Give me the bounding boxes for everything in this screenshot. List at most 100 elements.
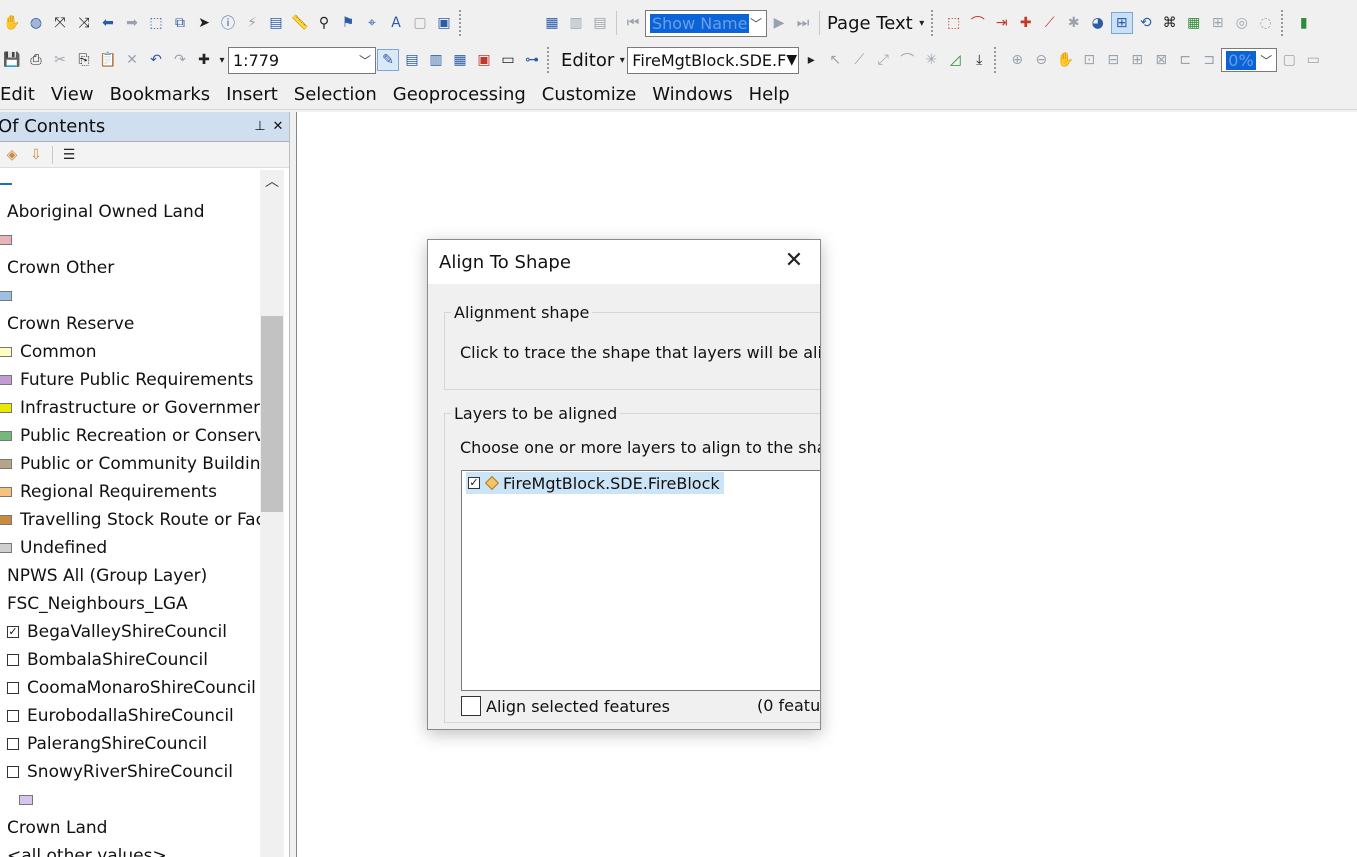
edit-target-combo[interactable]: FireMgtBlock.SDE.F ▼	[627, 46, 800, 74]
endpoint-arc-icon[interactable]: ⌒	[896, 49, 918, 71]
toc-row[interactable]: Crown Reserve	[0, 310, 260, 338]
identify-icon[interactable]: ⓘ	[217, 12, 239, 34]
close-icon[interactable]: ✕	[271, 119, 285, 134]
toc-row[interactable]: BombalaShireCouncil	[0, 646, 260, 674]
pan-icon[interactable]: ✋	[1, 12, 23, 34]
page-text-dropdown-icon[interactable]: ▾	[917, 12, 927, 34]
layout-pan-icon[interactable]: ✋	[1054, 49, 1076, 71]
editor-dropdown-icon[interactable]: ▾	[618, 49, 626, 71]
toc-row[interactable]: Undefined	[0, 534, 260, 562]
undo-icon[interactable]: ↶	[145, 49, 167, 71]
redo-icon[interactable]: ↷	[169, 49, 191, 71]
model-builder-icon[interactable]: ⊶	[521, 49, 543, 71]
layer-item[interactable]: ✓ FireMgtBlock.SDE.FireBlock	[466, 472, 724, 494]
toc-row[interactable]: SnowyRiverShireCouncil	[0, 758, 260, 786]
paste-icon[interactable]: 📋	[97, 49, 119, 71]
toc-row[interactable]: Aboriginal Owned Land	[0, 198, 260, 226]
map-scale-combo[interactable]: 1:779 ﹀	[228, 46, 376, 74]
snap-icon[interactable]: ✚	[1015, 12, 1037, 34]
toolbar-grip[interactable]	[459, 10, 467, 36]
label-priority-icon[interactable]: ▥	[565, 12, 587, 34]
forward-extent-icon[interactable]: ➡	[121, 12, 143, 34]
menu-bookmarks[interactable]: Bookmarks	[110, 84, 211, 105]
transform-icon[interactable]: ⟲	[1135, 12, 1157, 34]
menu-geoprocessing[interactable]: Geoprocessing	[393, 84, 526, 105]
layout-zoom-in-icon[interactable]: ⊕	[1006, 49, 1028, 71]
align-selected-features[interactable]: Align selected features	[461, 696, 670, 716]
toc-row[interactable]: Crown Other	[0, 254, 260, 282]
select-elements-icon[interactable]: ➤	[193, 12, 215, 34]
pin-icon[interactable]: ⊥	[253, 119, 267, 134]
topology-icon[interactable]: ⌘	[1159, 12, 1181, 34]
toc-row[interactable]: <all other values>	[0, 842, 260, 857]
list-by-source-icon[interactable]: ◈	[1, 144, 23, 166]
menu-selection[interactable]: Selection	[294, 84, 377, 105]
layer-visibility-checkbox[interactable]	[7, 682, 19, 694]
globe-icon[interactable]: ◍	[25, 12, 47, 34]
toc-row[interactable]: PalerangShireCouncil	[0, 730, 260, 758]
toolbar-grip[interactable]	[1280, 10, 1289, 36]
scroll-thumb[interactable]	[261, 316, 283, 512]
first-page-icon[interactable]: ⏮	[622, 12, 644, 34]
show-name-combo[interactable]: Show Name ﹀	[645, 9, 767, 37]
editor-toolbar-icon[interactable]: ▣	[433, 12, 455, 34]
save-edits-icon[interactable]: ▮	[1293, 12, 1315, 34]
clear-selection-icon[interactable]: ⧉	[169, 12, 191, 34]
toc-row[interactable]: NPWS All (Group Layer)	[0, 562, 260, 590]
toc-row[interactable]	[0, 170, 260, 198]
measure-icon[interactable]: 📏	[289, 12, 311, 34]
table-icon[interactable]: ▦	[1183, 12, 1205, 34]
scroll-up-icon[interactable]: ︿	[260, 170, 284, 194]
page-text-button[interactable]: Page Text	[824, 13, 916, 34]
edit-vertices-2-icon[interactable]: ◿	[944, 49, 966, 71]
toc-row[interactable]	[0, 226, 260, 254]
time-slider-icon[interactable]: A	[385, 12, 407, 34]
toc-row[interactable]: Crown Land	[0, 814, 260, 842]
zoom-whole-page-icon[interactable]: ⊡	[1078, 49, 1100, 71]
menu-customize[interactable]: Customize	[542, 84, 636, 105]
reshape-feature-icon[interactable]: ⤓	[968, 49, 990, 71]
layer-checkbox[interactable]: ✓	[468, 477, 480, 489]
midpoint-icon[interactable]: ✳	[920, 49, 942, 71]
toc-row[interactable]: Travelling Stock Route or Facilit	[0, 506, 260, 534]
next-extent-layout-icon[interactable]: ⊐	[1198, 49, 1220, 71]
html-popup-icon[interactable]: ▤	[265, 12, 287, 34]
toc-row[interactable]: EurobodallaShireCouncil	[0, 702, 260, 730]
reshape-icon[interactable]: ⌒	[967, 12, 989, 34]
toolbar-grip[interactable]	[547, 47, 555, 73]
toc-row[interactable]: ✓ BegaValleyShireCouncil	[0, 618, 260, 646]
copy-icon[interactable]: ⎘	[73, 49, 95, 71]
layout-zoom-out-icon[interactable]: ⊖	[1030, 49, 1052, 71]
toc-row[interactable]: CoomaMonaroShireCouncil	[0, 674, 260, 702]
fixed-zoom-in-icon[interactable]: ⤧	[49, 12, 71, 34]
close-icon[interactable]: ✕	[782, 249, 806, 273]
fixed-zoom-out-icon[interactable]: ⤨	[73, 12, 95, 34]
hyperlink-icon[interactable]: ⚡	[241, 12, 263, 34]
toc-row[interactable]: Public Recreation or Conservat	[0, 422, 260, 450]
rotate-icon[interactable]: ✱	[1063, 12, 1085, 34]
find-icon[interactable]: ⚲	[313, 12, 335, 34]
straight-segment-icon[interactable]: ⟋	[848, 49, 870, 71]
fixed-zoom-out-layout-icon[interactable]: ⊠	[1150, 49, 1172, 71]
trace-icon[interactable]: ⤢	[872, 49, 894, 71]
previous-extent-layout-icon[interactable]: ⊏	[1174, 49, 1196, 71]
focus-data-frame-icon[interactable]: ▭	[1302, 49, 1324, 71]
align-selected-checkbox[interactable]	[461, 696, 481, 716]
toc-row[interactable]: FSC_Neighbours_LGA	[0, 590, 260, 618]
table-of-contents-icon[interactable]: ▤	[401, 49, 423, 71]
toc-row[interactable]	[0, 282, 260, 310]
back-extent-icon[interactable]: ⬅	[97, 12, 119, 34]
label-weight-icon[interactable]: ▤	[589, 12, 611, 34]
options-icon[interactable]: ☰	[58, 144, 80, 166]
layout-zoom-combo[interactable]: 0% ﹀	[1221, 48, 1278, 72]
attributes-icon[interactable]: ◕	[1087, 12, 1109, 34]
last-page-icon[interactable]: ⏭	[792, 12, 814, 34]
add-data-dropdown-icon[interactable]: ▾	[217, 49, 227, 71]
menu-help[interactable]: Help	[749, 84, 790, 105]
menu-windows[interactable]: Windows	[652, 84, 732, 105]
cut-polygon-icon[interactable]: ⟋	[1039, 12, 1061, 34]
layer-visibility-checkbox[interactable]: ✓	[7, 626, 19, 638]
label-manager-icon[interactable]: ▦	[541, 12, 563, 34]
zoom-100-icon[interactable]: ⊟	[1102, 49, 1124, 71]
fixed-zoom-in-layout-icon[interactable]: ⊞	[1126, 49, 1148, 71]
